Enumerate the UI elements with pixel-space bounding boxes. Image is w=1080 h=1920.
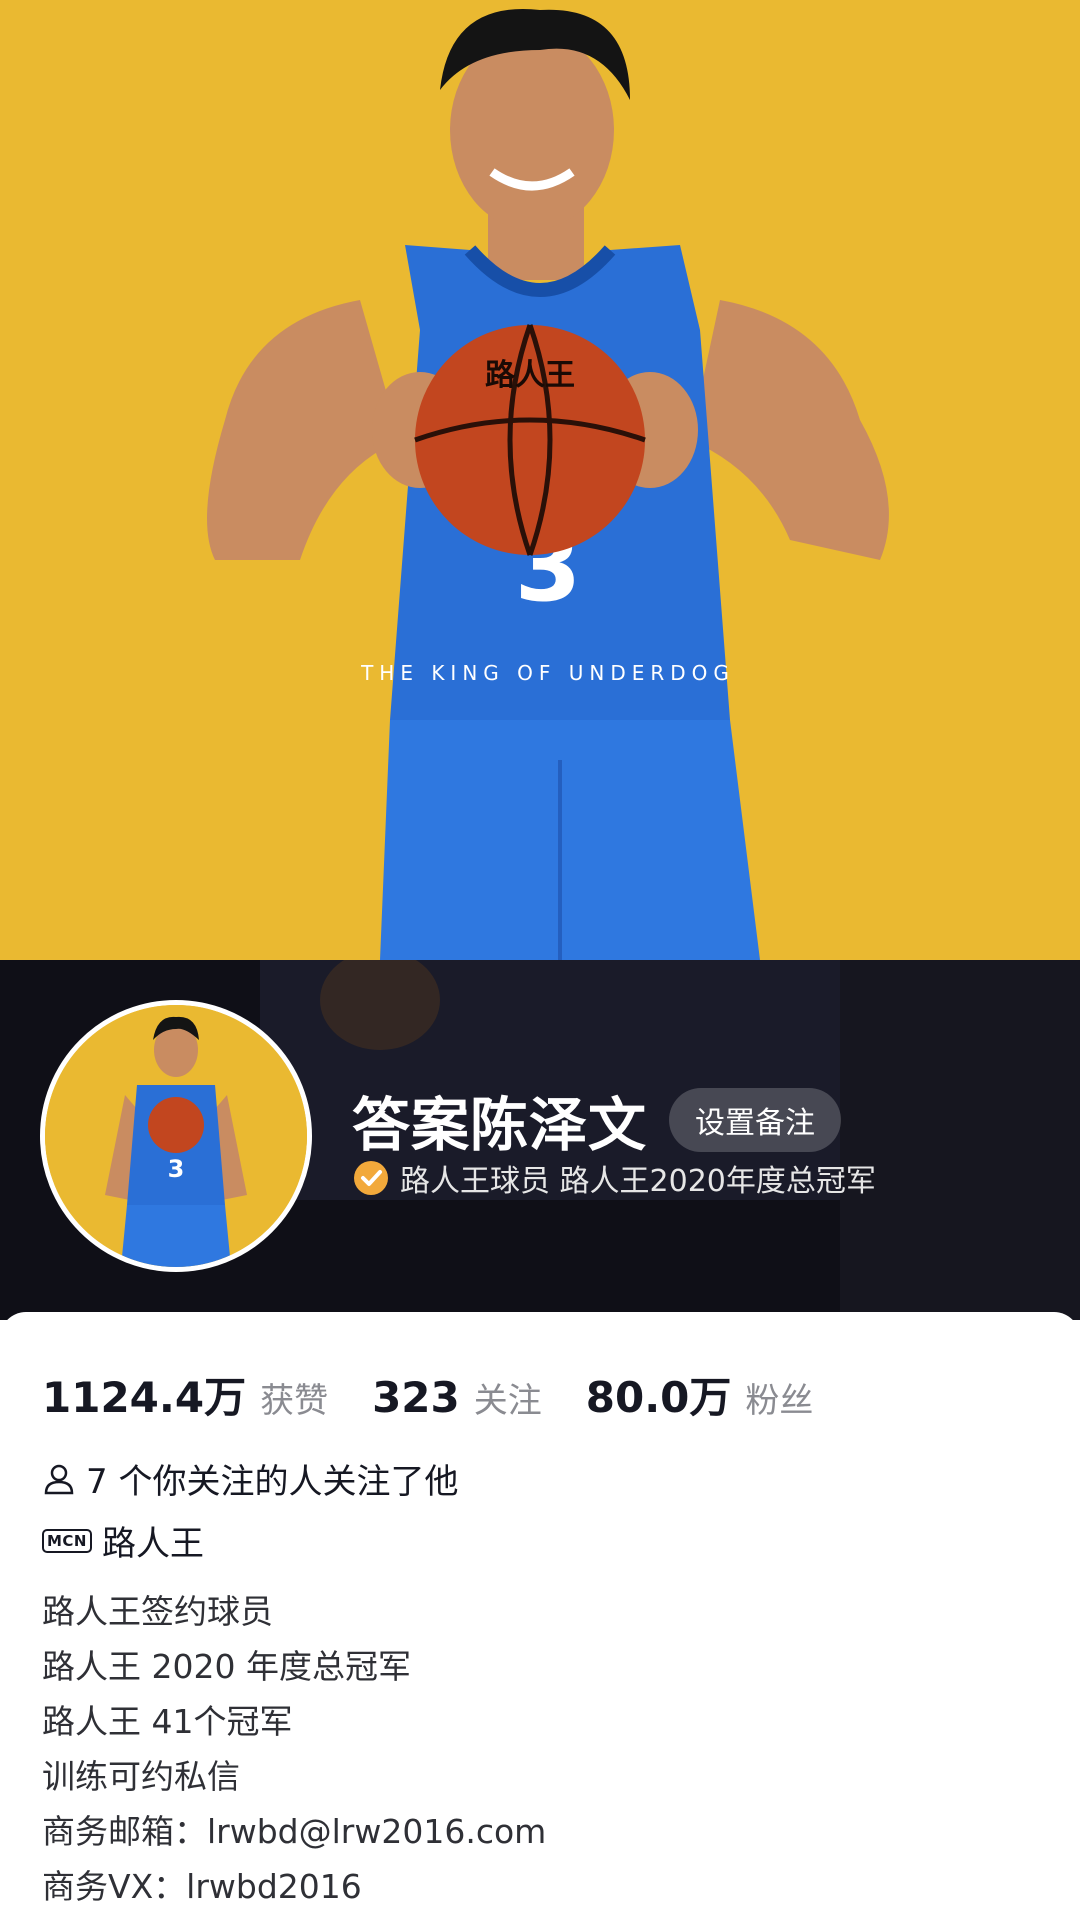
svg-text:3: 3 [168, 1155, 185, 1183]
verification-text: 路人王球员 路人王2020年度总冠军 [400, 1164, 876, 1199]
stats-row: 1124.4万 获赞 323 关注 80.0万 粉丝 [42, 1364, 857, 1425]
profile-info-card: 1124.4万 获赞 323 关注 80.0万 粉丝 7 个你关注的人关注了他 … [0, 1312, 1080, 1920]
set-remark-button[interactable]: 设置备注 [669, 1088, 842, 1152]
bio-line: 路人王 41个冠军 [42, 1702, 293, 1741]
stat-following[interactable]: 323 关注 [372, 1373, 542, 1422]
person-icon [42, 1462, 76, 1496]
profile-header: 3 答案陈泽文 设置备注 路人王球员 路人王2020年度总冠军 [0, 960, 1080, 1320]
bio-line: 商务VX：lrwbd2016 [42, 1867, 362, 1906]
bio-line: 路人王 2020 年度总冠军 [42, 1647, 411, 1686]
mcn-badge: MCN [42, 1528, 92, 1553]
profile-cover-photo: 3 THE KING OF UNDERDOG 路人王 [0, 0, 1080, 960]
ball-logo-text: 路人王 [485, 358, 575, 393]
bio-line: 路人王签约球员 [42, 1592, 273, 1631]
stat-followers-label: 粉丝 [745, 1381, 814, 1421]
bio: 路人王签约球员 路人王 2020 年度总冠军 路人王 41个冠军 训练可约私信 … [42, 1584, 546, 1914]
stat-following-label: 关注 [473, 1381, 542, 1421]
mutual-followers-text: 7 个你关注的人关注了他 [86, 1462, 459, 1502]
stat-likes-label: 获赞 [260, 1381, 329, 1421]
stat-following-value: 323 [372, 1373, 460, 1422]
stat-followers[interactable]: 80.0万 粉丝 [586, 1364, 814, 1425]
bio-line: 商务邮箱：lrwbd@lrw2016.com [42, 1812, 547, 1851]
mcn-row[interactable]: MCN 路人王 [42, 1516, 204, 1565]
bio-line: 训练可约私信 [42, 1757, 240, 1796]
verified-check-icon [354, 1161, 388, 1195]
name-row: 答案陈泽文 设置备注 [352, 1078, 842, 1162]
mutual-followers-row[interactable]: 7 个你关注的人关注了他 [42, 1454, 458, 1503]
display-name: 答案陈泽文 [352, 1091, 648, 1159]
avatar[interactable]: 3 [40, 1000, 312, 1272]
verification-row: 路人王球员 路人王2020年度总冠军 [352, 1156, 876, 1200]
player-illustration: 3 THE KING OF UNDERDOG 路人王 [0, 0, 1080, 960]
stat-likes-value: 1124.4万 [42, 1373, 247, 1422]
stat-likes[interactable]: 1124.4万 获赞 [42, 1364, 328, 1425]
stat-followers-value: 80.0万 [585, 1373, 732, 1422]
jersey-slogan: THE KING OF UNDERDOG [360, 661, 735, 685]
avatar-image: 3 [45, 1005, 307, 1267]
mcn-icon: MCN [42, 1528, 92, 1553]
mcn-text: 路人王 [102, 1524, 204, 1564]
